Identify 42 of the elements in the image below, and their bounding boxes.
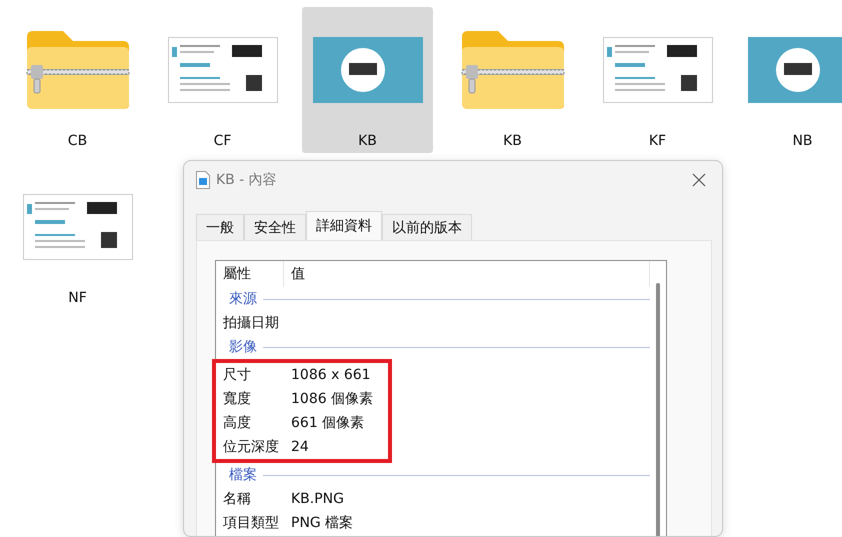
- property-name: 尺寸: [223, 366, 252, 384]
- image-file-icon: [196, 171, 210, 189]
- property-value: PNG 檔案: [291, 514, 354, 532]
- file-item[interactable]: KB: [447, 7, 578, 153]
- file-item[interactable]: KF: [592, 7, 723, 153]
- file-item[interactable]: KB: [302, 7, 433, 153]
- property-value: KB.PNG: [291, 491, 344, 507]
- property-name: 位元深度: [223, 438, 280, 456]
- column-header[interactable]: 屬性: [223, 261, 284, 287]
- column-header[interactable]: 值: [284, 261, 650, 287]
- zip-folder-icon: [24, 29, 130, 111]
- close-icon: [692, 173, 706, 187]
- property-value: 661 個像素: [291, 414, 364, 432]
- property-name: 名稱: [223, 490, 252, 508]
- file-name: KB: [358, 133, 377, 149]
- property-name: 寬度: [223, 390, 252, 408]
- property-name: 高度: [223, 414, 252, 432]
- file-item[interactable]: NB: [737, 7, 842, 153]
- window-title: KB - 內容: [216, 171, 278, 189]
- tab[interactable]: 一般: [196, 214, 244, 240]
- group-header: 檔案: [229, 466, 257, 484]
- file-name: CF: [214, 133, 232, 149]
- property-value: 1086 x 661: [291, 367, 371, 383]
- property-name: 拍攝日期: [223, 314, 280, 332]
- group-header: 影像: [229, 338, 257, 356]
- file-name: CB: [68, 133, 88, 149]
- group-header: 來源: [229, 290, 257, 308]
- file-name: NB: [792, 133, 813, 149]
- tab[interactable]: 安全性: [244, 214, 306, 240]
- file-item[interactable]: CB: [12, 7, 143, 153]
- property-value: 24: [291, 439, 309, 455]
- tab[interactable]: 以前的版本: [382, 214, 472, 240]
- zip-folder-icon: [460, 29, 566, 111]
- property-value: 1086 個像素: [291, 390, 374, 408]
- file-name: NF: [68, 290, 87, 306]
- tab[interactable]: 詳細資料: [306, 211, 382, 240]
- property-name: 項目類型: [223, 514, 280, 532]
- scrollbar[interactable]: [655, 283, 661, 536]
- file-name: KB: [503, 133, 522, 149]
- file-item[interactable]: CF: [157, 7, 288, 153]
- file-item[interactable]: NF: [12, 164, 143, 310]
- file-name: KF: [648, 133, 666, 149]
